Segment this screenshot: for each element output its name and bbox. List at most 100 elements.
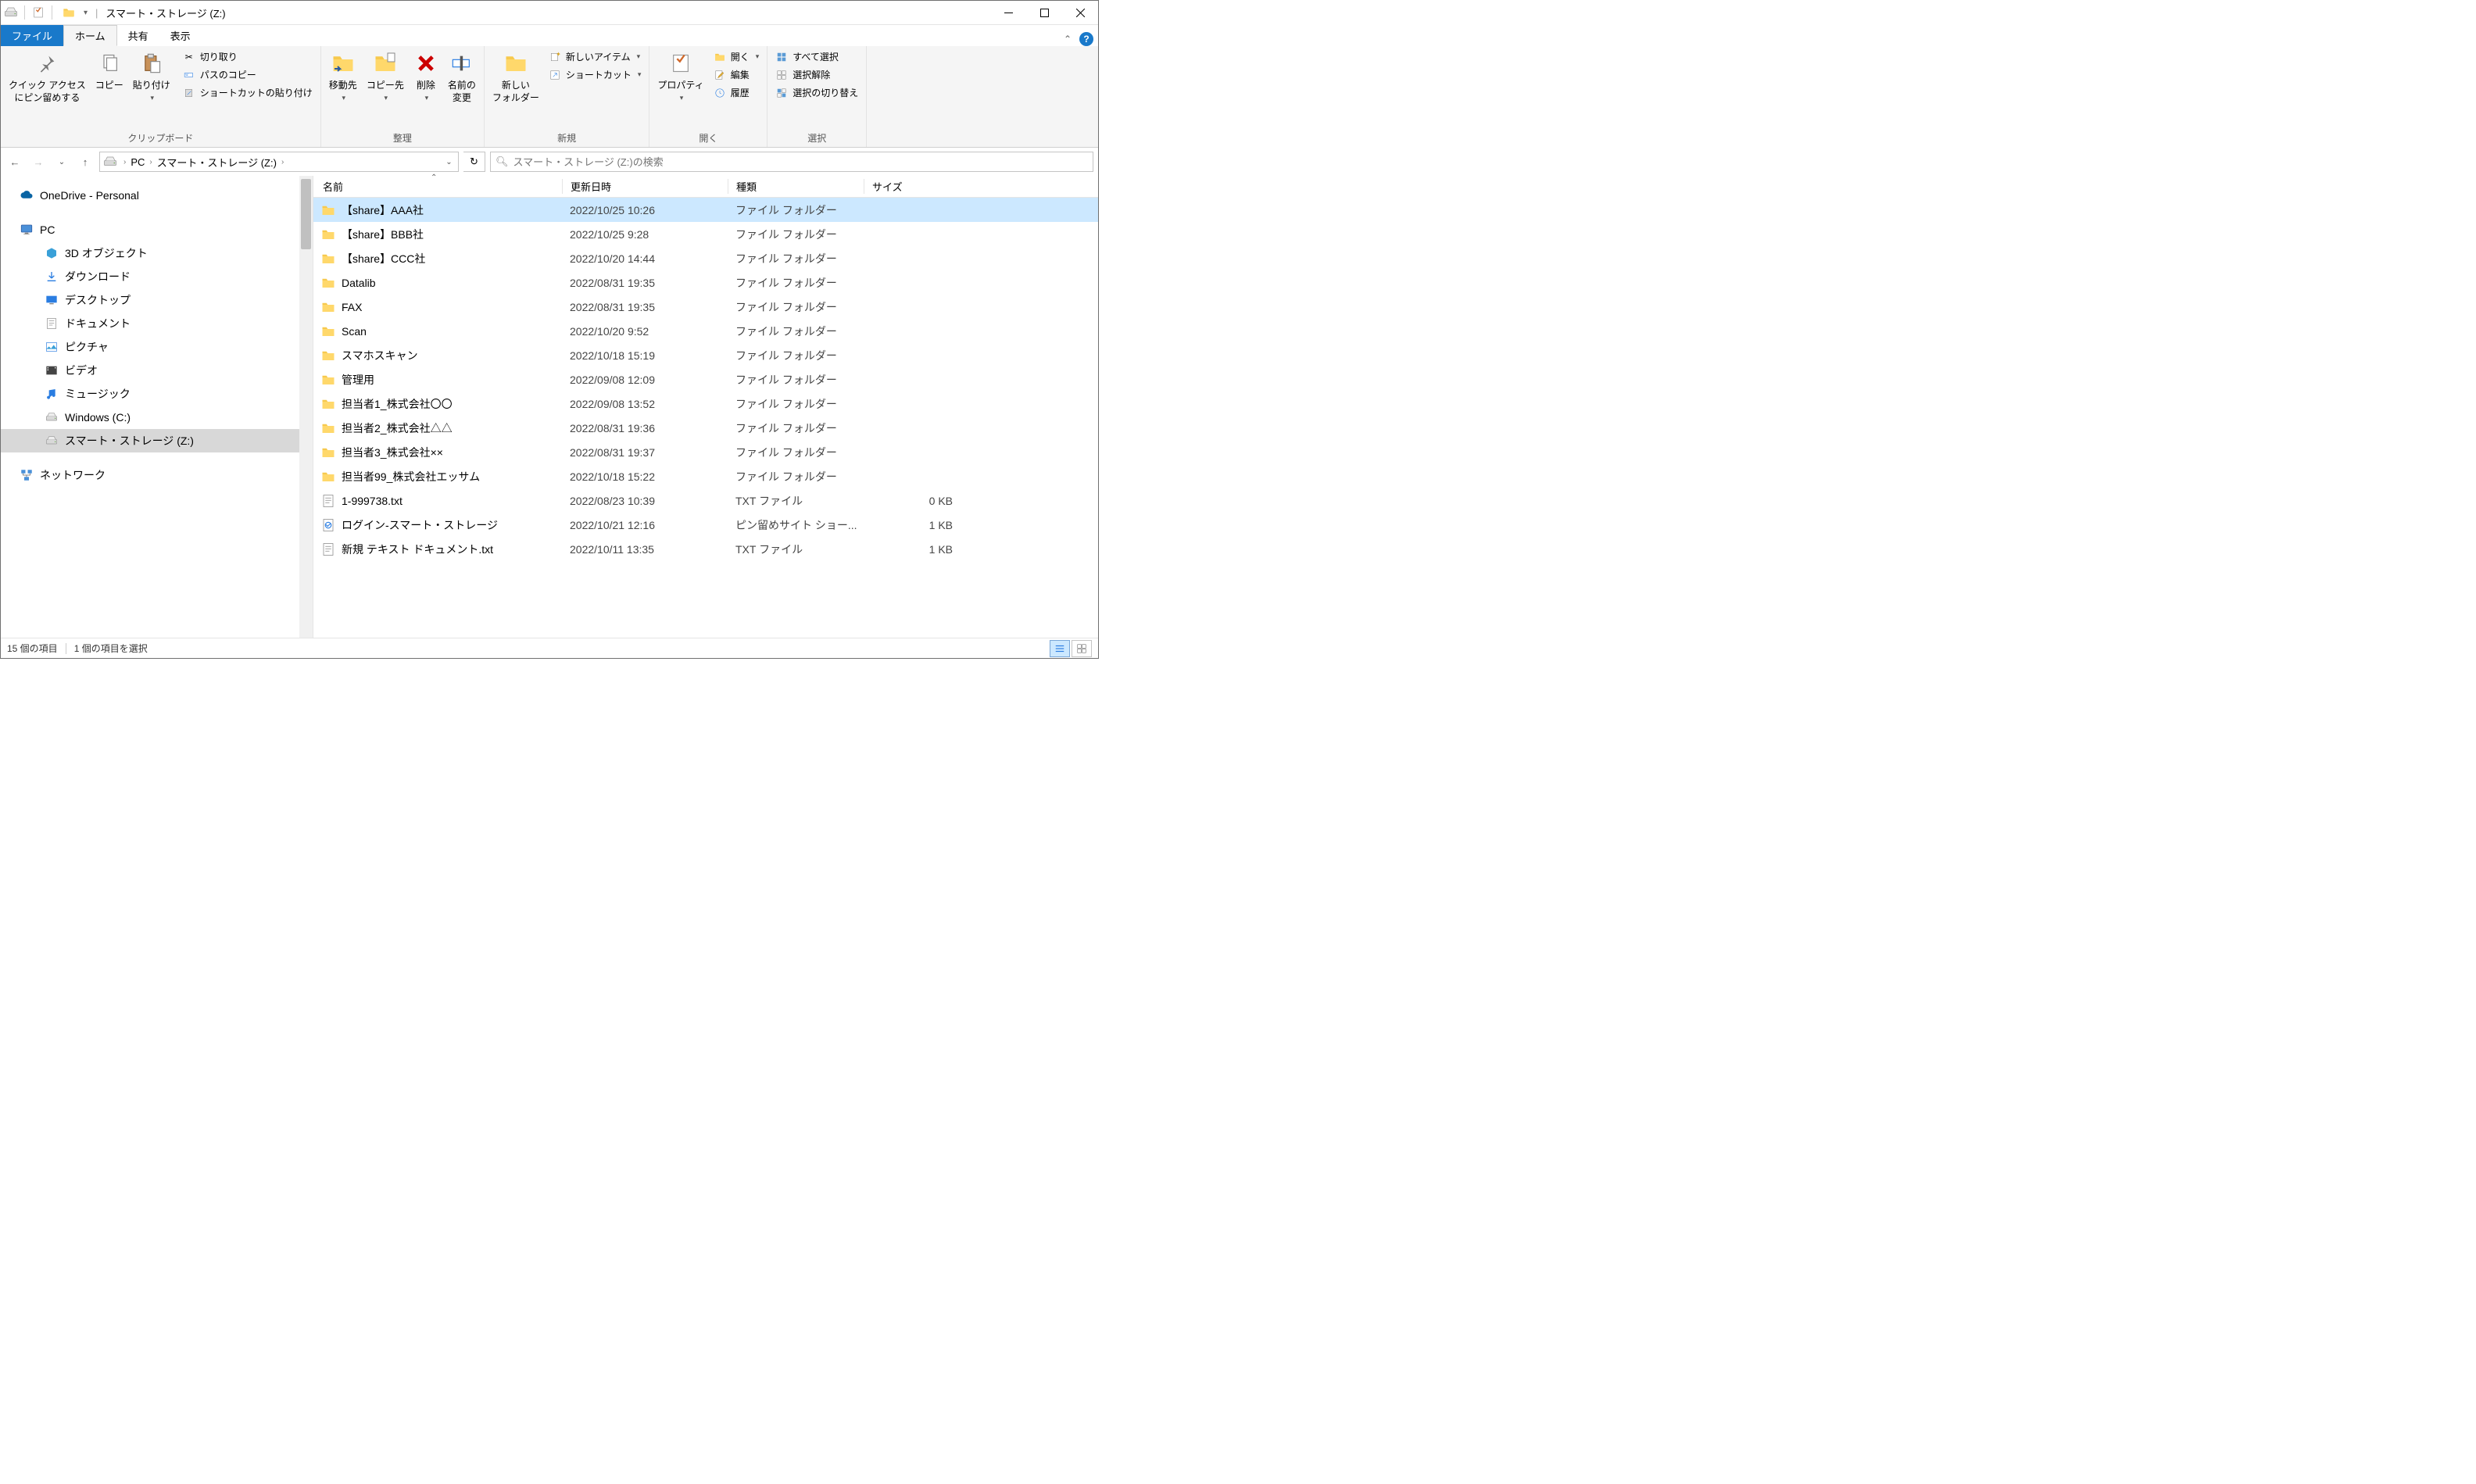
file-row[interactable]: 担当者99_株式会社エッサム2022/10/18 15:22ファイル フォルダー <box>313 464 1098 488</box>
file-size: 1 KB <box>864 519 965 531</box>
file-row[interactable]: FAX2022/08/31 19:35ファイル フォルダー <box>313 295 1098 319</box>
file-row[interactable]: 管理用2022/09/08 12:09ファイル フォルダー <box>313 367 1098 392</box>
file-row[interactable]: 新規 テキスト ドキュメント.txt2022/10/11 13:35TXT ファ… <box>313 537 1098 561</box>
file-date: 2022/10/20 9:52 <box>562 325 728 338</box>
move-to-button[interactable]: 移動先▾ <box>324 48 362 118</box>
view-details-button[interactable] <box>1050 640 1070 657</box>
tree-pc[interactable]: PC <box>1 218 313 241</box>
file-name: 担当者1_株式会社〇〇 <box>342 396 453 412</box>
open-icon <box>714 51 726 63</box>
rename-button[interactable]: 名前の 変更 <box>443 48 481 118</box>
new-shortcut-button[interactable]: ショートカット▾ <box>544 66 646 84</box>
maximize-button[interactable] <box>1026 1 1062 25</box>
qat-dropdown-icon[interactable]: ▾ <box>84 9 88 17</box>
file-row[interactable]: スマホスキャン2022/10/18 15:19ファイル フォルダー <box>313 343 1098 367</box>
tab-share[interactable]: 共有 <box>117 25 159 46</box>
move-to-icon <box>331 51 356 76</box>
nav-up-button[interactable]: ↑ <box>76 152 95 171</box>
new-folder-button[interactable]: 新しい フォルダー <box>488 48 544 118</box>
delete-button[interactable]: 削除▾ <box>409 48 443 118</box>
breadcrumb-chevron-icon[interactable]: › <box>120 158 129 166</box>
column-size[interactable]: サイズ <box>864 179 965 194</box>
edit-button[interactable]: 編集 <box>709 66 764 84</box>
copy-path-button[interactable]: w:パスのコピー <box>178 66 317 84</box>
file-row[interactable]: 担当者3_株式会社××2022/08/31 19:37ファイル フォルダー <box>313 440 1098 464</box>
view-icons-button[interactable] <box>1072 640 1092 657</box>
chevron-down-icon: ▾ <box>151 93 155 102</box>
file-list[interactable]: 【share】AAA社2022/10/25 10:26ファイル フォルダー【sh… <box>313 198 1098 638</box>
pin-quickaccess-button[interactable]: クイック アクセス にピン留めする <box>4 48 91 118</box>
qat-properties-icon[interactable] <box>31 5 45 20</box>
tree-documents[interactable]: ドキュメント <box>1 312 313 335</box>
tree-network[interactable]: ネットワーク <box>1 463 313 487</box>
rename-icon <box>449 51 474 76</box>
tree-videos[interactable]: ビデオ <box>1 359 313 382</box>
search-box[interactable]: 🔍︎ <box>490 152 1093 172</box>
new-item-button[interactable]: ✦新しいアイテム▾ <box>544 48 646 66</box>
tab-view[interactable]: 表示 <box>159 25 202 46</box>
breadcrumb-drive[interactable]: スマート・ストレージ (Z:) <box>156 155 278 170</box>
help-button[interactable]: ? <box>1079 32 1093 46</box>
breadcrumb-pc[interactable]: PC <box>129 156 146 168</box>
copy-button[interactable]: コピー <box>91 48 128 118</box>
file-row[interactable]: 1-999738.txt2022/08/23 10:39TXT ファイル0 KB <box>313 488 1098 513</box>
column-date[interactable]: 更新日時 <box>562 179 728 194</box>
file-row[interactable]: ログイン-スマート・ストレージ2022/10/21 12:16ピン留めサイト シ… <box>313 513 1098 537</box>
tree-onedrive[interactable]: OneDrive - Personal <box>1 184 313 207</box>
tree-desktop[interactable]: デスクトップ <box>1 288 313 312</box>
file-row[interactable]: 担当者1_株式会社〇〇2022/09/08 13:52ファイル フォルダー <box>313 392 1098 416</box>
qat-folder-icon[interactable] <box>62 5 76 20</box>
copy-to-button[interactable]: コピー先▾ <box>362 48 409 118</box>
tab-home[interactable]: ホーム <box>63 25 117 46</box>
address-dropdown-icon[interactable]: ⌄ <box>439 158 458 166</box>
refresh-button[interactable]: ↻ <box>463 152 485 172</box>
file-date: 2022/10/21 12:16 <box>562 519 728 531</box>
tree-zdrive[interactable]: スマート・ストレージ (Z:) <box>1 429 313 452</box>
url-icon <box>321 518 335 532</box>
file-type: ファイル フォルダー <box>728 275 864 291</box>
column-type[interactable]: 種類 <box>728 179 864 194</box>
tree-pictures[interactable]: ピクチャ <box>1 335 313 359</box>
search-input[interactable] <box>513 156 1088 168</box>
nav-back-button[interactable]: ← <box>5 152 24 171</box>
close-button[interactable] <box>1062 1 1098 25</box>
tab-file[interactable]: ファイル <box>1 25 63 46</box>
navigation-pane[interactable]: OneDrive - Personal PC 3D オブジェクト ダウンロード … <box>1 176 313 638</box>
minimize-button[interactable] <box>990 1 1026 25</box>
file-name: Datalib <box>342 277 376 289</box>
file-row[interactable]: 担当者2_株式会社△△2022/08/31 19:36ファイル フォルダー <box>313 416 1098 440</box>
navpane-scrollbar[interactable] <box>299 176 313 638</box>
paste-shortcut-button[interactable]: ショートカットの貼り付け <box>178 84 317 102</box>
tree-cdrive[interactable]: Windows (C:) <box>1 406 313 429</box>
file-row[interactable]: 【share】BBB社2022/10/25 9:28ファイル フォルダー <box>313 222 1098 246</box>
folder-icon <box>321 252 335 266</box>
file-size: 1 KB <box>864 543 965 556</box>
invert-selection-button[interactable]: 選択の切り替え <box>771 84 863 102</box>
open-button[interactable]: 開く▾ <box>709 48 764 66</box>
file-row[interactable]: Datalib2022/08/31 19:35ファイル フォルダー <box>313 270 1098 295</box>
file-name: 【share】BBB社 <box>342 227 424 242</box>
paste-button[interactable]: 貼り付け ▾ <box>128 48 175 118</box>
copy-icon <box>97 51 122 76</box>
file-row[interactable]: 【share】CCC社2022/10/20 14:44ファイル フォルダー <box>313 246 1098 270</box>
column-name[interactable]: 名前 <box>313 179 562 194</box>
tree-downloads[interactable]: ダウンロード <box>1 265 313 288</box>
history-button[interactable]: 履歴 <box>709 84 764 102</box>
properties-button[interactable]: プロパティ▾ <box>653 48 708 118</box>
address-bar[interactable]: › PC › スマート・ストレージ (Z:) › ⌄ <box>99 152 459 172</box>
tree-3d-objects[interactable]: 3D オブジェクト <box>1 241 313 265</box>
select-none-button[interactable]: 選択解除 <box>771 66 863 84</box>
file-row[interactable]: 【share】AAA社2022/10/25 10:26ファイル フォルダー <box>313 198 1098 222</box>
file-row[interactable]: Scan2022/10/20 9:52ファイル フォルダー <box>313 319 1098 343</box>
nav-forward-button[interactable]: → <box>29 152 48 171</box>
window-title: スマート・ストレージ (Z:) <box>106 5 225 20</box>
nav-recent-dropdown[interactable]: ⌄ <box>52 152 71 171</box>
tree-music[interactable]: ミュージック <box>1 382 313 406</box>
file-name: FAX <box>342 301 362 313</box>
breadcrumb-chevron-icon[interactable]: › <box>278 158 287 166</box>
cut-button[interactable]: ✂切り取り <box>178 48 317 66</box>
qat-drive-icon[interactable] <box>4 5 18 20</box>
select-all-button[interactable]: すべて選択 <box>771 48 863 66</box>
ribbon-collapse-icon[interactable]: ⌃ <box>1064 34 1072 45</box>
breadcrumb-chevron-icon[interactable]: › <box>146 158 155 166</box>
